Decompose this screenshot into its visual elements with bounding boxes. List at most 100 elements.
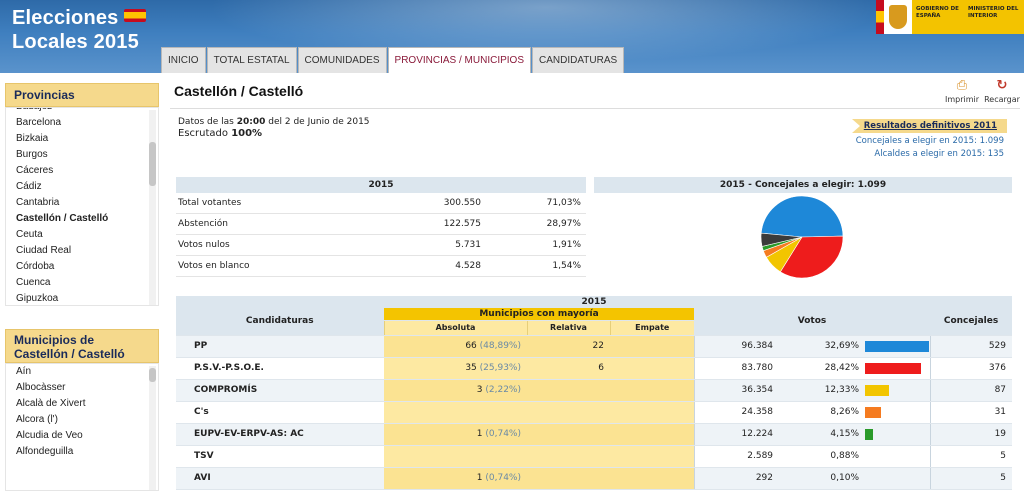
vote-share-bar [865,428,874,440]
pie-header: 2015 - Concejales a elegir: 1.099 [594,177,1012,193]
site-title-line1: Elecciones [12,7,119,29]
municipio-item[interactable]: Alcudia de Veo [16,428,158,444]
concejales-count: 87 [994,385,1007,395]
concejales-count: 31 [994,407,1007,417]
municipio-item[interactable]: Aín [16,364,158,380]
col-candidaturas: Candidaturas [176,308,384,336]
votos-pct: 8,26% [830,407,860,417]
party-name: PP [194,341,208,351]
col-concejales: Concejales [930,308,1013,336]
relativa-count: 6 [598,363,604,373]
votos-count: 24.358 [741,407,774,417]
provincia-item[interactable]: Cádiz [16,179,158,195]
provincias-title: Provincias [5,83,159,107]
votos-pct: 32,69% [824,341,860,351]
absoluta-pct: (0,74%) [485,429,521,439]
col-empate: Empate [609,320,695,336]
municipio-item[interactable]: Alcalà de Xivert [16,396,158,412]
concejales-count: 376 [988,363,1007,373]
tab-provincias-municipios[interactable]: PROVINCIAS / MUNICIPIOS [387,47,531,73]
resultados-2011-link[interactable]: Resultados definitivos 2011 [852,119,1007,133]
municipio-item[interactable]: Alfondeguilla [16,444,158,460]
provincias-list[interactable]: BadajozBarcelonaBizkaiaBurgosCáceresCádi… [5,107,159,306]
scrollbar-thumb[interactable] [149,368,156,382]
alcaldes-a-elegir: Alcaldes a elegir en 2015: 135 [874,149,1004,159]
results-row[interactable]: C's 24.358 8,26% 31 [176,401,1013,424]
turnout-pct: 1,91% [552,240,581,250]
site-header: Elecciones Locales 2015 GOBIERNO DE ESPA… [0,0,1024,73]
pie-slice [760,195,844,238]
municipios-panel: Municipios de Castellón / Castelló Aín Al… [5,329,159,491]
sidebar: Provincias BadajozBarcelonaBizkaiaBurgos… [0,73,162,494]
tab-candidaturas[interactable]: CANDIDATURAS [532,47,625,73]
provincia-item[interactable]: Barcelona [16,115,158,131]
results-row[interactable]: EUPV-EV-ERPV-AS: AC 1 (0,74%) 12.224 4,15% 1… [176,423,1013,446]
relativa-count: 22 [592,341,604,351]
votos-count: 12.224 [741,429,774,439]
col-mayoria: Municipios con mayoría [384,308,695,321]
provincia-item[interactable]: Badajoz [16,108,158,115]
turnout-value: 122.575 [443,219,481,229]
col-votos: Votos [694,308,931,336]
turnout-label: Votos en blanco [178,261,250,271]
print-button[interactable]: ⎙ Imprimir [944,78,980,105]
municipio-item[interactable]: Albocàsser [16,380,158,396]
provincia-item[interactable]: Ceuta [16,227,158,243]
provincia-item[interactable]: Cáceres [16,163,158,179]
vote-share-bar [865,406,882,418]
printer-icon: ⎙ [956,78,968,93]
reload-label: Recargar [984,95,1020,104]
results-year-header: 2015 [176,296,1012,308]
col-relativa: Relativa [526,320,610,336]
municipios-list[interactable]: Aín Albocàsser Alcalà de Xivert Alcora (l')… [5,363,159,491]
turnout-pct: 1,54% [552,261,581,271]
provincias-scrollbar[interactable] [149,110,156,305]
scrollbar-thumb[interactable] [149,142,156,186]
results-table: 2015 Candidaturas Municipios con mayoría… [176,296,1013,490]
coat-of-arms-icon [884,0,912,34]
votos-pct: 28,42% [824,363,860,373]
flag-stripe-icon [876,0,884,34]
turnout-label: Total votantes [178,198,242,208]
turnout-row: Votos en blanco 4.528 1,54% [176,256,586,277]
turnout-row: Total votantes 300.550 71,03% [176,193,586,214]
votos-count: 96.384 [741,341,774,351]
concejales-a-elegir: Concejales a elegir en 2015: 1.099 [855,136,1004,146]
provincia-item[interactable]: Castellón / Castelló [16,211,158,227]
datos-time: 20:00 [236,117,266,127]
provincia-item[interactable]: Gipuzkoa [16,291,158,305]
tab-inicio[interactable]: INICIO [161,47,206,73]
results-row[interactable]: TSV 2.589 0,88% 5 [176,445,1013,468]
party-name: P.S.V.-P.S.O.E. [194,363,264,373]
provincia-item[interactable]: Cantabria [16,195,158,211]
votos-count: 83.780 [741,363,774,373]
col-absoluta: Absoluta [383,320,527,336]
tab-comunidades[interactable]: COMUNIDADES [297,47,387,73]
provincia-item[interactable]: Córdoba [16,259,158,275]
site-title[interactable]: Elecciones Locales 2015 [12,6,146,54]
votos-count: 292 [755,473,774,483]
provincia-item[interactable]: Bizkaia [16,131,158,147]
main-nav: INICIO TOTAL ESTATAL COMUNIDADES PROVINC… [161,47,625,73]
reload-icon: ↻ [996,78,1008,93]
results-row[interactable]: P.S.V.-P.S.O.E. 35 (25,93%) 6 83.780 28,42% 3… [176,357,1013,380]
absoluta-pct: (25,93%) [479,363,521,373]
votos-pct: 12,33% [824,385,860,395]
municipios-scrollbar[interactable] [149,366,156,490]
turnout-value: 300.550 [443,198,481,208]
party-name: C's [194,407,209,417]
turnout-label: Abstención [178,219,228,229]
gov-logo-right: MINISTERIO DEL INTERIOR [968,6,1019,19]
gobierno-logo[interactable]: GOBIERNO DE ESPAÑA MINISTERIO DEL INTERI… [876,0,1024,34]
results-row[interactable]: AVI 1 (0,74%) 292 0,10% 5 [176,467,1013,490]
concejales-count: 19 [994,429,1007,439]
provincia-item[interactable]: Cuenca [16,275,158,291]
tab-total-estatal[interactable]: TOTAL ESTATAL [206,47,297,73]
municipio-item[interactable]: Alcora (l') [16,412,158,428]
data-info: Datos de las 20:00 del 2 de Junio de 201… [178,117,370,139]
reload-button[interactable]: ↻ Recargar [984,78,1020,105]
provincia-item[interactable]: Ciudad Real [16,243,158,259]
results-row[interactable]: COMPROMÍS 3 (2,22%) 36.354 12,33% 87 [176,379,1013,402]
results-row[interactable]: PP 66 (48,89%) 22 96.384 32,69% 529 [176,335,1013,358]
provincia-item[interactable]: Burgos [16,147,158,163]
